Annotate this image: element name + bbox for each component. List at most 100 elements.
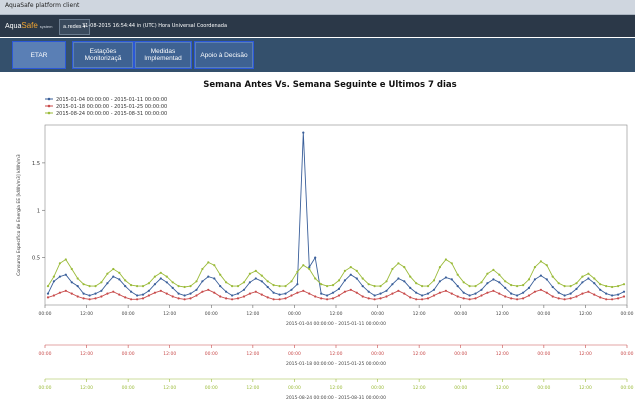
series-2-point: [426, 285, 430, 288]
series-1-point: [409, 296, 412, 299]
series-1-point: [492, 289, 495, 292]
series-0-point: [272, 291, 275, 294]
x-tick-label-1: 00:00: [371, 351, 384, 357]
series-1-point: [444, 289, 447, 292]
series-1-point: [195, 294, 198, 297]
series-2-point: [141, 285, 145, 288]
series-0-point: [177, 292, 180, 295]
series-1-point: [563, 298, 566, 301]
series-1-point: [296, 291, 299, 294]
series-0-point: [622, 290, 626, 293]
series-0-point: [254, 277, 257, 280]
series-2-point: [599, 283, 602, 286]
series-2-point: [569, 285, 572, 288]
series-1-point: [64, 289, 67, 292]
x-tick-label-1: 00:00: [537, 351, 550, 357]
series-1-point: [581, 292, 584, 295]
series-0-point: [213, 277, 216, 280]
series-1-point: [367, 297, 370, 300]
series-2-point: [379, 285, 382, 288]
series-0-point: [76, 285, 79, 288]
series-1-point: [337, 294, 341, 297]
series-2-point: [94, 285, 97, 288]
series-1-point: [58, 291, 62, 294]
x-tick-label-1: 12:00: [80, 351, 93, 357]
series-2-point: [153, 275, 156, 278]
series-1-point: [159, 289, 162, 292]
series-2-point: [106, 272, 109, 275]
series-0-point: [326, 294, 329, 297]
series-1-point: [165, 292, 168, 295]
series-1-point: [533, 290, 537, 293]
series-2-point: [136, 285, 139, 288]
series-1-point: [141, 297, 145, 300]
series-1-point: [397, 289, 400, 292]
series-0-point: [94, 292, 97, 295]
series-1-point: [278, 298, 281, 301]
series-2-point: [403, 266, 406, 269]
x-axis-label-1: 2015-01-18 00:00:00 - 2015-01-25 00:00:0…: [286, 361, 386, 367]
x-tick-label-1: 12:00: [579, 351, 592, 357]
series-2-point: [498, 273, 501, 276]
series-0-point: [533, 278, 537, 281]
series-line-2: [47, 258, 625, 288]
series-1-point: [450, 292, 453, 295]
series-0-point: [165, 281, 168, 284]
series-1-point: [254, 290, 257, 293]
x-tick-label-0: 12:00: [579, 311, 592, 317]
x-tick-label-0: 00:00: [39, 311, 52, 317]
series-1-point: [361, 295, 364, 298]
series-0-point: [545, 278, 548, 281]
series-2-point: [112, 267, 115, 271]
series-0-point: [231, 294, 234, 297]
series-2-point: [70, 267, 73, 271]
series-2-point: [195, 280, 198, 283]
series-1-point: [569, 297, 572, 300]
logo-aqua: Aqua: [5, 23, 22, 30]
series-1-point: [622, 295, 626, 298]
legend-marker-1: [47, 104, 51, 108]
series-2-point: [64, 258, 67, 261]
series-0-point: [617, 293, 620, 296]
x-tick-label-1: 12:00: [246, 351, 259, 357]
series-2-point: [533, 266, 537, 269]
menu-etar-button[interactable]: ETAR: [12, 41, 66, 69]
series-2-point: [207, 261, 210, 264]
series-0-point: [320, 292, 323, 295]
menu-apoio-decisao-button[interactable]: Apoio à Decisão: [194, 41, 254, 69]
series-2-point: [254, 269, 257, 272]
series-2-point: [581, 275, 584, 278]
series-1-point: [551, 295, 554, 298]
series-0-point: [385, 289, 388, 292]
series-2-point: [450, 262, 453, 265]
series-0-point: [266, 285, 269, 289]
menu-estacoes-button[interactable]: Estações Monitorizaçã: [72, 41, 134, 69]
menu-medidas-button[interactable]: Medidas Implementad: [134, 41, 192, 69]
series-2-point: [296, 270, 299, 273]
series-2-point: [504, 280, 507, 283]
legend-label-1: 2015-01-18 00:00:00 - 2015-01-25 00:00:0…: [56, 104, 167, 110]
series-1-point: [177, 297, 180, 300]
series-0-point: [219, 285, 222, 288]
series-2-point: [438, 266, 441, 269]
series-1-point: [605, 298, 608, 301]
series-1-point: [593, 293, 596, 296]
series-2-point: [391, 267, 394, 271]
series-1-point: [587, 290, 590, 293]
series-1-point: [266, 296, 269, 299]
series-1-point: [421, 298, 424, 301]
series-2-point: [278, 285, 281, 288]
series-1-point: [539, 288, 543, 291]
series-2-point: [545, 264, 548, 267]
series-2-point: [456, 273, 459, 276]
series-0-point: [539, 274, 543, 277]
x-tick-label-0: 12:00: [163, 311, 176, 317]
series-0-point: [444, 276, 447, 279]
series-0-point: [100, 289, 103, 292]
x-tick-label-0: 12:00: [496, 311, 509, 317]
series-2-point: [516, 285, 519, 288]
series-0-point: [349, 273, 352, 276]
series-0-point: [195, 288, 198, 291]
series-line-0: [47, 132, 625, 296]
x-tick-label-0: 00:00: [454, 311, 467, 317]
